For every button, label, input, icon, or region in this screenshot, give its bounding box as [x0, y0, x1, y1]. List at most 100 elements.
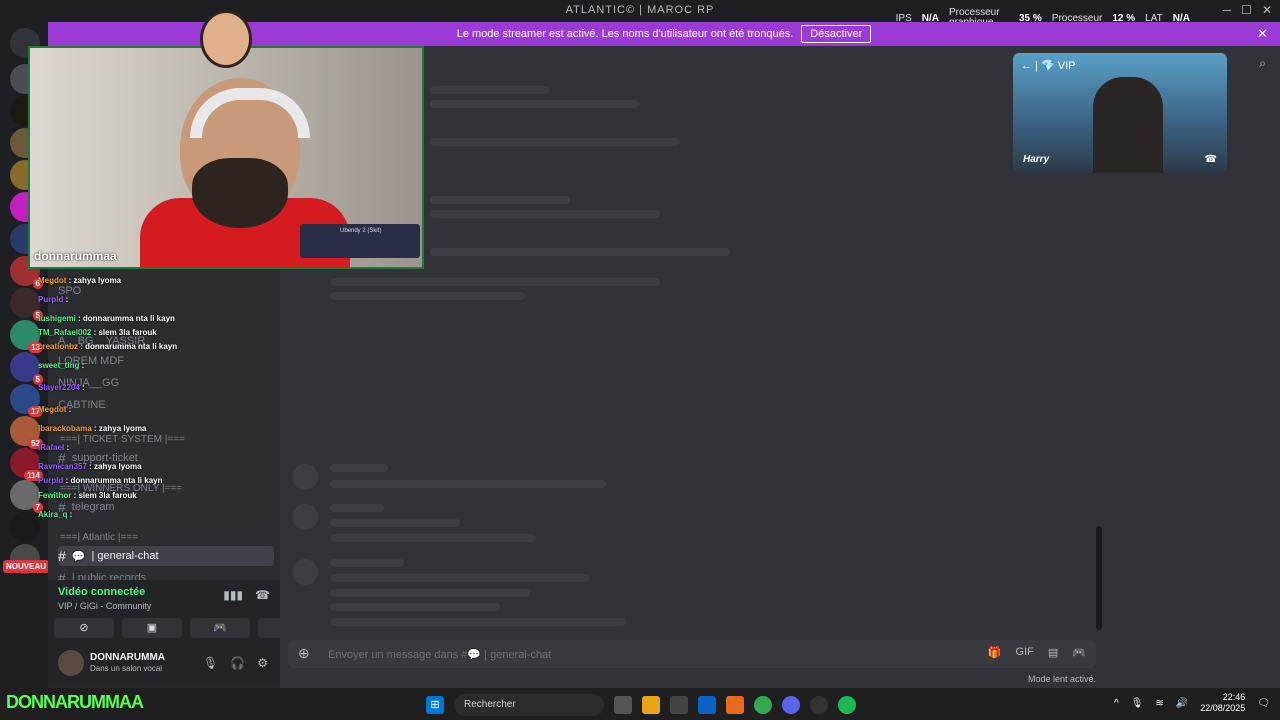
voice-controls: ▮▮▮ ☎ — [223, 588, 270, 602]
vip-name: Harry — [1023, 154, 1050, 165]
chat-message: zahya lyoma — [94, 462, 142, 471]
channel-telegram[interactable]: # telegram — [58, 498, 274, 516]
server-icon[interactable]: 5 — [10, 288, 43, 321]
chat-user: Ravnican357 — [38, 462, 87, 471]
channel-lorem[interactable]: LOREM MDF — [58, 352, 274, 370]
stream-chat-line: TM_Rafael002 : slem 3la farouk — [38, 328, 157, 337]
camera-off-icon[interactable]: ⊘ — [54, 618, 114, 638]
channel-ninja[interactable]: NINJA__GG — [58, 374, 274, 392]
scrollbar[interactable] — [1096, 526, 1102, 630]
category-ticket[interactable]: ===| TICKET SYSTEM |=== — [60, 434, 185, 445]
chat-user: Ibarackobama — [38, 424, 92, 433]
input-placeholder: Envoyer un message dans #💬 | general-cha… — [328, 649, 552, 661]
vip-person — [1093, 77, 1163, 173]
close-icon[interactable]: ✕ — [1257, 26, 1268, 42]
vip-video[interactable]: ← | 💎 VIP Harry ☎ — [1013, 53, 1227, 173]
disable-streamer-button[interactable]: Désactiver — [801, 25, 872, 43]
slow-mode-notice: Mode lent activé. — [1027, 674, 1096, 684]
wifi-icon[interactable]: ≋ — [1155, 698, 1163, 709]
spotify-icon[interactable] — [838, 696, 856, 714]
voice-buttons: ⊘ ▣ 🎮 ✦ — [54, 618, 318, 638]
stream-chat-line: Fewithor : slem 3la farouk — [38, 491, 137, 500]
mic-icon[interactable]: 🎙 — [203, 656, 218, 670]
stream-chat-line: tushigemi : donnarumma nta li kayn — [38, 314, 175, 323]
discord-icon[interactable] — [782, 696, 800, 714]
chat-user: lRafaeI — [38, 443, 65, 452]
stream-chat-line: sweet_ting : — [38, 361, 85, 370]
chat-user: Megdot — [38, 276, 67, 285]
chevron-up-icon[interactable]: ^ — [1114, 698, 1119, 709]
server-icon[interactable]: 5 — [10, 352, 43, 385]
task-view-icon[interactable] — [614, 696, 632, 714]
chat-message: zahya lyoma — [73, 276, 122, 285]
settings-gear-icon[interactable]: ⚙ — [257, 656, 268, 670]
category-atlantic[interactable]: ===| Atlantic |=== — [60, 532, 138, 543]
stream-chat-line: Megdot : — [38, 405, 72, 414]
disconnect-icon[interactable]: ☎ — [255, 588, 270, 602]
plus-icon[interactable]: ⊕ — [298, 645, 310, 662]
chat-user: Megdot — [38, 405, 67, 414]
taskbar-search[interactable]: Rechercher — [454, 694, 604, 716]
avatar[interactable] — [58, 650, 84, 676]
chat-user: sweet_ting — [38, 361, 80, 370]
channel-general-chat[interactable]: # 💬 | general-chat — [58, 546, 274, 566]
user-status: Dans un salon vocal — [90, 664, 163, 673]
screen-share-icon[interactable]: ▣ — [122, 618, 182, 638]
sticker-icon[interactable]: ▤ — [1048, 646, 1058, 659]
server-icon[interactable]: 114 — [10, 448, 43, 481]
stream-chat-line: creationbz : donnarumma nta li kayn — [38, 342, 178, 351]
app-icon[interactable] — [726, 696, 744, 714]
gif-icon[interactable]: GIF — [1016, 646, 1034, 659]
vip-label: VIP — [1057, 60, 1076, 72]
volume-icon[interactable]: 🔊 — [1176, 698, 1188, 709]
minimize-icon[interactable]: ─ — [1223, 3, 1232, 17]
windows-taskbar: DONNARUMMAA ⊞ Rechercher ^ 🎙 ≋ 🔊 22:46 22… — [0, 688, 1280, 720]
chat-user: Slayer2204 — [38, 383, 80, 392]
server-icon[interactable]: 52 — [10, 416, 43, 449]
emoji-icon[interactable]: 🎮 — [1072, 646, 1086, 659]
channel-cabtine[interactable]: CABTINE — [58, 396, 274, 414]
stream-chat-line: Purpld : — [38, 295, 69, 304]
new-badge: NOUVEAU — [3, 560, 50, 573]
hash-icon: # — [58, 548, 66, 564]
webcam-beard — [192, 158, 288, 228]
soundboard-icon[interactable]: ▮▮▮ — [223, 588, 243, 602]
file-explorer-icon[interactable] — [642, 696, 660, 714]
notification-icon[interactable]: 🗨 — [1257, 698, 1270, 709]
chat-message: slem 3la farouk — [98, 328, 157, 337]
voice-channel[interactable]: VIP / GiGi - Community — [58, 601, 151, 611]
search-icon[interactable]: ⌕ — [1259, 56, 1266, 71]
stream-chat-line: lRafaeI : — [38, 443, 70, 452]
taskbar-apps: ⊞ Rechercher — [426, 694, 856, 716]
stream-chat-line: Purpld : donnarumma nta li kayn — [38, 476, 163, 485]
server-icon[interactable] — [10, 512, 40, 542]
server-icon[interactable]: 7 — [10, 480, 43, 513]
gift-icon[interactable]: 🎁 — [988, 646, 1002, 659]
window-controls: ─ ☐ ✕ — [1223, 3, 1272, 17]
stream-chat-line: Slayer2204 : — [38, 383, 85, 392]
message-input[interactable]: ⊕ Envoyer un message dans #💬 | general-c… — [288, 640, 1096, 668]
server-icon[interactable]: 13 — [10, 320, 43, 353]
close-icon[interactable]: ✕ — [1262, 3, 1272, 17]
cartoon-avatar — [200, 10, 252, 68]
maximize-icon[interactable]: ☐ — [1241, 3, 1252, 17]
hangup-icon[interactable]: ☎ — [1205, 154, 1217, 165]
chat-user: tushigemi — [38, 314, 76, 323]
channel-label: telegram — [71, 501, 115, 513]
activity-icon[interactable]: 🎮 — [190, 618, 250, 638]
time: 22:46 — [1222, 692, 1246, 702]
headphones-icon[interactable]: 🎧 — [230, 656, 245, 670]
chat-user: creationbz — [38, 342, 79, 351]
store-icon[interactable] — [670, 696, 688, 714]
webcam-tag: donnarummaa — [34, 249, 117, 263]
server-icon[interactable]: 17 — [10, 384, 43, 417]
windows-start-icon[interactable]: ⊞ — [426, 696, 444, 714]
app-icon[interactable] — [810, 696, 828, 714]
outlook-icon[interactable] — [698, 696, 716, 714]
chrome-icon[interactable] — [754, 696, 772, 714]
clock[interactable]: 22:46 22/08/2025 — [1200, 692, 1245, 714]
mic-icon[interactable]: 🎙 — [1131, 698, 1144, 709]
vip-header: ← | 💎 VIP — [1021, 60, 1076, 72]
banner-text: Le mode streamer est activé. Les noms d'… — [456, 28, 794, 40]
chat-user: TM_Rafael002 — [38, 328, 92, 337]
